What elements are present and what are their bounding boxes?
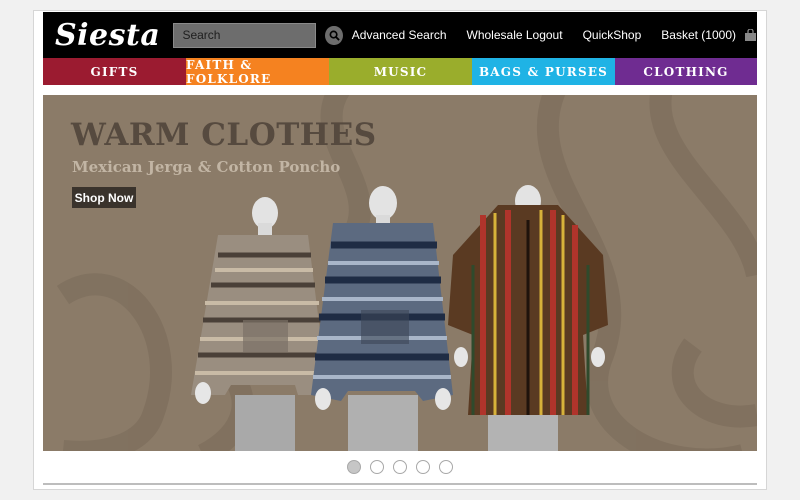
nav-item-gifts[interactable]: GIFTS — [43, 58, 186, 85]
search-button[interactable] — [325, 25, 343, 45]
carousel-dot-1[interactable] — [347, 460, 361, 474]
carousel-dot-3[interactable] — [393, 460, 407, 474]
hero-banner[interactable]: WARM CLOTHES Mexican Jerga & Cotton Ponc… — [43, 95, 757, 451]
hero-subtitle: Mexican Jerga & Cotton Poncho — [72, 158, 341, 176]
carousel-dot-5[interactable] — [439, 460, 453, 474]
header-bar: Siesta Advanced Search Wholesale Logout … — [43, 12, 757, 58]
nav-item-faith-folklore[interactable]: FAITH & FOLKLORE — [186, 58, 329, 86]
shop-now-button[interactable]: Shop Now — [72, 187, 136, 208]
carousel-dot-2[interactable] — [370, 460, 384, 474]
category-nav: GIFTS FAITH & FOLKLORE MUSIC BAGS & PURS… — [43, 58, 757, 86]
hero-title: WARM CLOTHES — [71, 117, 377, 153]
shopping-bag-icon[interactable] — [744, 29, 757, 41]
search-icon — [329, 30, 340, 41]
nav-item-clothing[interactable]: CLOTHING — [615, 58, 757, 85]
poncho-mannequin-2 — [311, 186, 453, 451]
siesta-logo[interactable]: Siesta — [55, 18, 173, 53]
carousel-dots — [347, 460, 462, 474]
basket-link[interactable]: Basket (1000) — [661, 28, 736, 42]
divider — [43, 483, 757, 485]
nav-item-music[interactable]: MUSIC — [329, 58, 472, 85]
carousel-dot-4[interactable] — [416, 460, 430, 474]
advanced-search-link[interactable]: Advanced Search — [352, 28, 447, 42]
quickshop-link[interactable]: QuickShop — [583, 28, 642, 42]
nav-item-bags-purses[interactable]: BAGS & PURSES — [472, 58, 615, 85]
wholesale-logout-link[interactable]: Wholesale Logout — [467, 28, 563, 42]
search-input[interactable] — [173, 22, 317, 48]
header-links: Advanced Search Wholesale Logout QuickSh… — [352, 28, 757, 42]
poncho-mannequin-1 — [191, 197, 331, 451]
